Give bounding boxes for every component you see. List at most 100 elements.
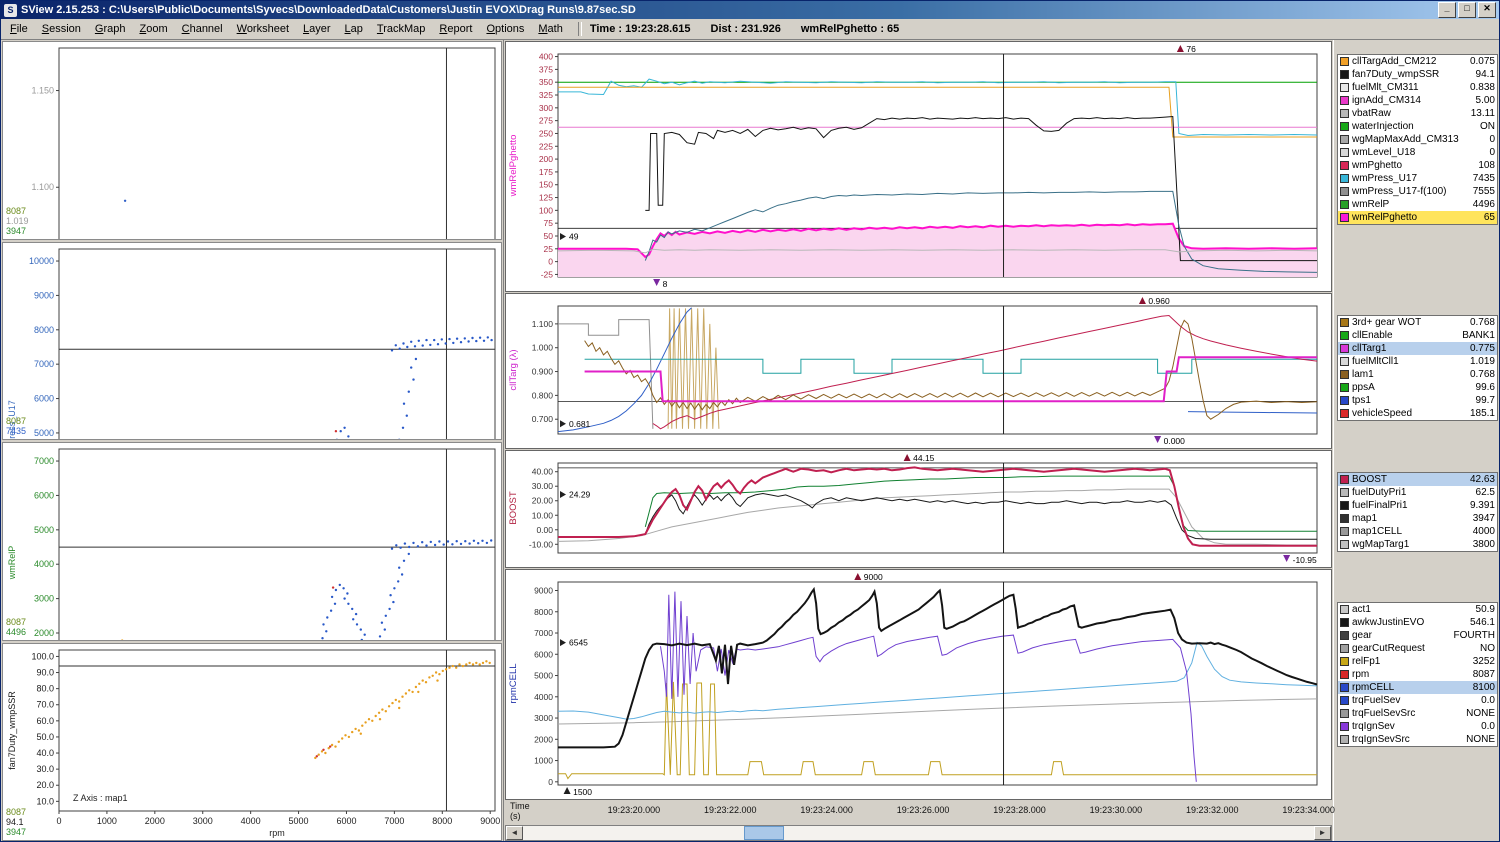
minimize-button[interactable]: _ — [1438, 2, 1456, 18]
channel-row-wmpress-u17[interactable]: wmPress_U177435 — [1338, 172, 1497, 185]
channel-row-trqfuelsev[interactable]: trqFuelSev0.0 — [1338, 694, 1497, 707]
channel-row-relfp1[interactable]: relFp13252 — [1338, 655, 1497, 668]
channel-row-ignadd-cm314[interactable]: ignAdd_CM3145.00 — [1338, 94, 1497, 107]
scrollbar-track[interactable] — [523, 826, 1314, 840]
channel-row-ppsa[interactable]: ppsA99.6 — [1338, 381, 1497, 394]
horizontal-scrollbar[interactable]: ◄ ► — [505, 825, 1332, 841]
channel-row-3rd-gear-wot[interactable]: 3rd+ gear WOT0.768 — [1338, 316, 1497, 329]
channel-row-vbatraw[interactable]: vbatRaw13.11 — [1338, 107, 1497, 120]
channel-row-fuelmltcll1[interactable]: fuelMltCll11.019 — [1338, 355, 1497, 368]
status-dist: Dist : 231.926 — [711, 23, 781, 35]
channel-name: map1 — [1352, 513, 1473, 524]
svg-text:1.100: 1.100 — [31, 182, 54, 192]
channel-name: wgMapTarg1 — [1352, 539, 1473, 550]
channel-color-swatch — [1340, 174, 1349, 183]
svg-text:9000: 9000 — [534, 586, 553, 596]
scrollbar-thumb[interactable] — [744, 826, 784, 840]
channel-row-gear[interactable]: gearFOURTH — [1338, 629, 1497, 642]
window-title: SView 2.15.253 : C:\Users\Public\Documen… — [21, 4, 636, 16]
channel-row-fuelfinalpri1[interactable]: fuelFinalPri19.391 — [1338, 499, 1497, 512]
channel-row-trqignsevsrc[interactable]: trqIgnSevSrcNONE — [1338, 733, 1497, 746]
channel-row-clltarg1[interactable]: cllTarg10.775 — [1338, 342, 1497, 355]
channel-row-tps1[interactable]: tps199.7 — [1338, 394, 1497, 407]
menu-item-report[interactable]: Report — [432, 21, 479, 37]
channel-row-clltargadd-cm212[interactable]: cllTargAdd_CM2120.075 — [1338, 55, 1497, 68]
channel-color-swatch — [1340, 501, 1349, 510]
channel-name: wmRelP — [1352, 199, 1473, 210]
boost-chart[interactable]: 40.0030.0020.0010.000.00-10.00BOOST44.15… — [505, 450, 1332, 568]
channel-row-lam1[interactable]: lam10.768 — [1338, 368, 1497, 381]
channel-value: 1.019 — [1470, 356, 1495, 367]
channel-row-trqignsev[interactable]: trqIgnSev0.0 — [1338, 720, 1497, 733]
channel-row-wmpress-u17-f-100-[interactable]: wmPress_U17-f(100)7555 — [1338, 185, 1497, 198]
channel-row-rpmcell[interactable]: rpmCELL8100 — [1338, 681, 1497, 694]
svg-text:400: 400 — [539, 52, 553, 62]
status-channel: wmRelPghetto : 65 — [801, 23, 899, 35]
channel-row-wmrelp[interactable]: wmRelP4496 — [1338, 198, 1497, 211]
channel-row-act1[interactable]: act150.9 — [1338, 603, 1497, 616]
menu-item-session[interactable]: Session — [35, 21, 88, 37]
channel-row-waterinjection[interactable]: waterInjectionON — [1338, 120, 1497, 133]
clltarg-chart[interactable]: 1.1001.0000.9000.8000.700cllTarg (λ)0.96… — [505, 293, 1332, 449]
fan7duty-panel[interactable]: 100.090.080.070.060.050.040.030.020.010.… — [2, 643, 502, 842]
channel-row-vehiclespeed[interactable]: vehicleSpeed185.1 — [1338, 407, 1497, 420]
channel-value: 9.391 — [1470, 500, 1495, 511]
channel-row-fan7duty-wmpssr[interactable]: fan7Duty_wmpSSR94.1 — [1338, 68, 1497, 81]
channel-group-1: cllTargAdd_CM2120.075fan7Duty_wmpSSR94.1… — [1337, 54, 1498, 225]
channel-row-map1cell[interactable]: map1CELL4000 — [1338, 525, 1497, 538]
rpmcell-chart[interactable]: 9000800070006000500040003000200010000rpm… — [505, 569, 1332, 800]
svg-text:90.0: 90.0 — [36, 667, 54, 677]
svg-text:1500: 1500 — [573, 787, 592, 797]
channel-row-wmlevel-u18[interactable]: wmLevel_U180 — [1338, 146, 1497, 159]
menu-item-file[interactable]: File — [3, 21, 35, 37]
channel-row-fueldutypri1[interactable]: fuelDutyPri162.5 — [1338, 486, 1497, 499]
channel-row-wgmapmaxadd-cm313[interactable]: wgMapMaxAdd_CM3130 — [1338, 133, 1497, 146]
channel-name: ignAdd_CM314 — [1352, 95, 1476, 106]
wmrelp-panel[interactable]: 7000600050004000300020001000010002000300… — [2, 442, 502, 641]
menu-item-lap[interactable]: Lap — [338, 21, 370, 37]
svg-text:75: 75 — [544, 218, 554, 228]
close-button[interactable]: ✕ — [1478, 2, 1496, 18]
maximize-button[interactable]: □ — [1458, 2, 1476, 18]
channel-value: 0.0 — [1481, 721, 1495, 732]
channel-row-trqfuelsevsrc[interactable]: trqFuelSevSrcNONE — [1338, 707, 1497, 720]
channel-value: 8100 — [1473, 682, 1495, 693]
fuelmltcll1-panel[interactable]: 1.1501.1001.0501.0000.9500.9000.8500.800… — [2, 41, 502, 240]
channel-row-awkwjustinevo[interactable]: awkwJustinEVO546.1 — [1338, 616, 1497, 629]
svg-text:6000: 6000 — [34, 490, 54, 500]
menu-item-worksheet[interactable]: Worksheet — [230, 21, 296, 37]
channel-row-cllenable[interactable]: cllEnableBANK1 — [1338, 329, 1497, 342]
channel-row-wmpghetto[interactable]: wmPghetto108 — [1338, 159, 1497, 172]
menu-item-math[interactable]: Math — [531, 21, 569, 37]
channel-color-swatch — [1340, 488, 1349, 497]
svg-text:8: 8 — [663, 279, 668, 289]
channel-name: cllEnable — [1352, 330, 1462, 341]
channel-row-map1[interactable]: map13947 — [1338, 512, 1497, 525]
menu-item-channel[interactable]: Channel — [175, 21, 230, 37]
menu-item-options[interactable]: Options — [479, 21, 531, 37]
svg-text:cllTarg (λ): cllTarg (λ) — [508, 349, 519, 390]
scroll-right-arrow[interactable]: ► — [1314, 826, 1331, 840]
channel-value: ON — [1480, 121, 1495, 132]
menu-item-trackmap[interactable]: TrackMap — [370, 21, 433, 37]
channel-row-wgmaptarg1[interactable]: wgMapTarg13800 — [1338, 538, 1497, 551]
channel-row-rpm[interactable]: rpm8087 — [1338, 668, 1497, 681]
svg-text:44.15: 44.15 — [913, 453, 935, 463]
wmpress-u17-panel[interactable]: 1000090008000700060005000400030002000100… — [2, 242, 502, 441]
wmrelpghetto-chart[interactable]: 4003753503253002752502252001751501251007… — [505, 41, 1332, 292]
menu-item-layer[interactable]: Layer — [296, 21, 338, 37]
svg-text:8000: 8000 — [432, 816, 452, 826]
channel-name: cllTarg1 — [1352, 343, 1470, 354]
channel-name: BOOST — [1352, 474, 1470, 485]
time-tick: 19:23:28.000 — [979, 805, 1059, 815]
menu-item-zoom[interactable]: Zoom — [132, 21, 174, 37]
scroll-left-arrow[interactable]: ◄ — [506, 826, 523, 840]
channel-row-boost[interactable]: BOOST42.63 — [1338, 473, 1497, 486]
channel-color-swatch — [1340, 683, 1349, 692]
channel-row-fuelmlt-cm311[interactable]: fuelMlt_CM3110.838 — [1338, 81, 1497, 94]
channel-value: 108 — [1478, 160, 1495, 171]
channel-row-wmrelpghetto[interactable]: wmRelPghetto65 — [1338, 211, 1497, 224]
svg-text:8000: 8000 — [534, 607, 553, 617]
channel-row-gearcutrequest[interactable]: gearCutRequestNO — [1338, 642, 1497, 655]
menu-item-graph[interactable]: Graph — [88, 21, 133, 37]
